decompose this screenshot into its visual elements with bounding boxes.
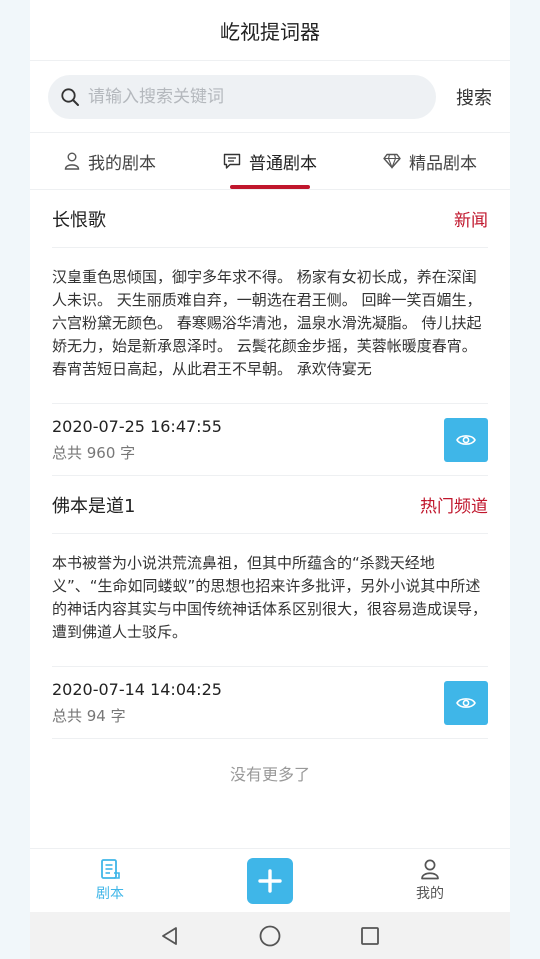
script-card-header: 长恨歌 新闻 — [52, 190, 488, 248]
script-meta: 2020-07-25 16:47:55 总共 960 字 — [52, 417, 222, 463]
tab-premium-scripts[interactable]: 精品剧本 — [350, 133, 510, 189]
profile-icon — [419, 858, 441, 880]
script-card[interactable]: 长恨歌 新闻 汉皇重色思倾国，御宇多年求不得。 杨家有女初长成，养在深闺人未识。… — [30, 190, 510, 476]
back-triangle-icon — [159, 925, 181, 947]
system-recents-button[interactable] — [320, 925, 420, 947]
nav-add-container — [190, 849, 350, 912]
app-title: 屹视提词器 — [220, 19, 320, 44]
system-home-button[interactable] — [220, 924, 320, 948]
list-end-text: 没有更多了 — [229, 765, 310, 784]
preview-button[interactable] — [444, 417, 488, 462]
eye-icon — [456, 433, 476, 447]
script-title: 佛本是道1 — [52, 495, 136, 517]
plus-icon — [257, 868, 283, 894]
nav-label: 剧本 — [96, 886, 124, 902]
script-word-count: 总共 960 字 — [52, 443, 136, 462]
nav-label: 我的 — [416, 886, 444, 902]
nav-mine[interactable]: 我的 — [350, 849, 510, 912]
add-script-button[interactable] — [247, 857, 293, 904]
nav-scripts[interactable]: 剧本 — [30, 849, 190, 912]
script-meta: 2020-07-14 14:04:25 总共 94 字 — [52, 680, 222, 726]
script-content-preview: 本书被誉为小说洪荒流鼻祖，但其中所蕴含的“杀戮天经地义”、“生命如同蝼蚁”的思想… — [52, 534, 488, 667]
script-title: 长恨歌 — [52, 209, 106, 231]
script-card[interactable]: 佛本是道1 热门频道 本书被誉为小说洪荒流鼻祖，但其中所蕴含的“杀戮天经地义”、… — [30, 476, 510, 739]
script-tabs: 我的剧本 普通剧本 精品剧本 — [30, 132, 510, 190]
script-document-icon — [99, 858, 121, 880]
app-screen: 屹视提词器 搜索 我的剧本 普通剧本 精品剧本 — [30, 0, 510, 959]
search-icon — [60, 87, 80, 107]
bottom-nav: 剧本 我的 — [30, 848, 510, 912]
home-circle-icon — [258, 924, 282, 948]
preview-button[interactable] — [444, 680, 488, 725]
search-input[interactable] — [88, 86, 436, 107]
script-card-footer: 2020-07-14 14:04:25 总共 94 字 — [52, 667, 488, 739]
search-row: 搜索 — [30, 60, 510, 132]
tab-label: 精品剧本 — [409, 153, 477, 174]
script-content-preview: 汉皇重色思倾国，御宇多年求不得。 杨家有女初长成，养在深闺人未识。 天生丽质难自… — [52, 248, 488, 404]
message-icon — [223, 153, 241, 170]
tab-my-scripts[interactable]: 我的剧本 — [30, 133, 190, 189]
tab-common-scripts[interactable]: 普通剧本 — [190, 133, 350, 189]
script-date: 2020-07-25 16:47:55 — [52, 416, 222, 436]
user-icon — [64, 152, 80, 170]
diamond-icon — [383, 153, 401, 169]
script-date: 2020-07-14 14:04:25 — [52, 679, 222, 699]
eye-icon — [456, 696, 476, 710]
script-category-tag: 热门频道 — [420, 497, 488, 517]
search-box[interactable] — [48, 74, 436, 119]
script-card-header: 佛本是道1 热门频道 — [52, 476, 488, 534]
tab-label: 我的剧本 — [88, 153, 156, 174]
search-button[interactable]: 搜索 — [448, 78, 500, 116]
script-card-footer: 2020-07-25 16:47:55 总共 960 字 — [52, 404, 488, 476]
system-back-button[interactable] — [120, 925, 220, 947]
script-word-count: 总共 94 字 — [52, 706, 126, 725]
script-category-tag: 新闻 — [454, 211, 488, 231]
system-navigation-bar — [30, 912, 510, 959]
app-title-bar: 屹视提词器 — [30, 0, 510, 60]
recents-square-icon — [359, 925, 381, 947]
tab-label: 普通剧本 — [249, 153, 317, 174]
